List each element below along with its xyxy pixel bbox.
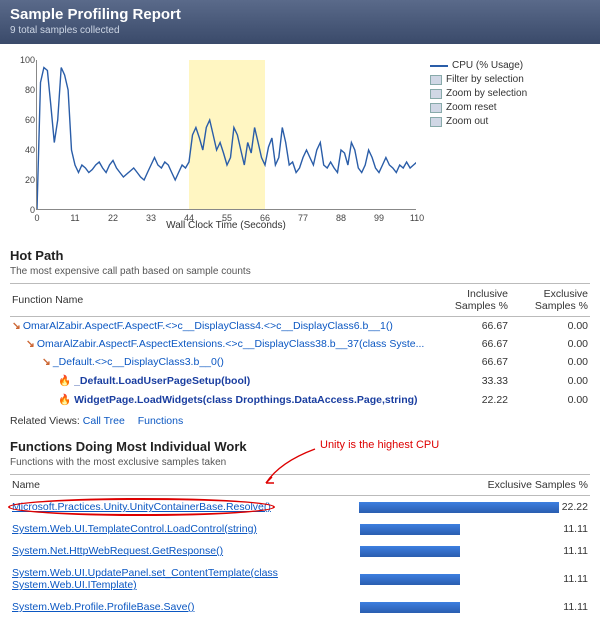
chart-line xyxy=(37,60,416,209)
report-header: Sample Profiling Report 9 total samples … xyxy=(0,0,600,44)
link-functions[interactable]: Functions xyxy=(138,415,184,427)
work-table: Name Exclusive Samples % Microsoft.Pract… xyxy=(10,474,590,618)
hotpath-row[interactable]: 🔥_Default.LoadUserPageSetup(bool)33.330.… xyxy=(10,371,590,390)
hotpath-row[interactable]: ↘OmarAlZabir.AspectF.AspectExtensions.<>… xyxy=(10,335,590,353)
legend-series[interactable]: CPU (% Usage) xyxy=(430,60,527,71)
hotpath-row[interactable]: 🔥WidgetPage.LoadWidgets(class Dropthings… xyxy=(10,390,590,409)
work-row[interactable]: System.Web.UI.TemplateControl.LoadContro… xyxy=(10,518,590,540)
legend-zoom-reset[interactable]: Zoom reset xyxy=(430,102,527,113)
page-subtitle: 9 total samples collected xyxy=(10,25,590,36)
work-row[interactable]: System.Net.HttpWebRequest.GetResponse() … xyxy=(10,540,590,562)
chart-xlabel: Wall Clock Time (Seconds) xyxy=(36,220,416,231)
legend-zoom-out[interactable]: Zoom out xyxy=(430,116,527,127)
work-row[interactable]: System.Web.Profile.ProfileBase.Save() 11… xyxy=(10,596,590,618)
work-row[interactable]: Microsoft.Practices.Unity.UnityContainer… xyxy=(10,496,590,519)
col-function-name[interactable]: Function Name xyxy=(10,284,430,317)
col-exclusive[interactable]: Exclusive Samples % xyxy=(510,284,590,317)
legend-zoom-by-selection[interactable]: Zoom by selection xyxy=(430,88,527,99)
hotpath-table: Function Name Inclusive Samples % Exclus… xyxy=(10,283,590,409)
chart-legend: CPU (% Usage) Filter by selection Zoom b… xyxy=(430,60,527,130)
col-inclusive[interactable]: Inclusive Samples % xyxy=(430,284,510,317)
hotpath-sub: The most expensive call path based on sa… xyxy=(10,266,590,277)
related-views: Related Views: Call Tree Functions xyxy=(10,415,590,427)
link-call-tree[interactable]: Call Tree xyxy=(83,415,125,427)
hotpath-heading: Hot Path xyxy=(10,248,590,263)
cpu-chart[interactable]: 0204060801000112233445566778899110 CPU (… xyxy=(10,56,590,236)
work-row[interactable]: System.Web.UI.UpdatePanel.set_ContentTem… xyxy=(10,562,590,596)
annotation-arrow-icon xyxy=(260,447,320,487)
col-exc2[interactable]: Exclusive Samples % xyxy=(350,475,590,496)
hotpath-row[interactable]: ↘_Default.<>c__DisplayClass3.b__0()66.67… xyxy=(10,353,590,371)
hotpath-row[interactable]: ↘OmarAlZabir.AspectF.AspectF.<>c__Displa… xyxy=(10,317,590,336)
legend-filter-by-selection[interactable]: Filter by selection xyxy=(430,74,527,85)
page-title: Sample Profiling Report xyxy=(10,6,590,23)
annotation-text: Unity is the highest CPU xyxy=(320,439,439,451)
